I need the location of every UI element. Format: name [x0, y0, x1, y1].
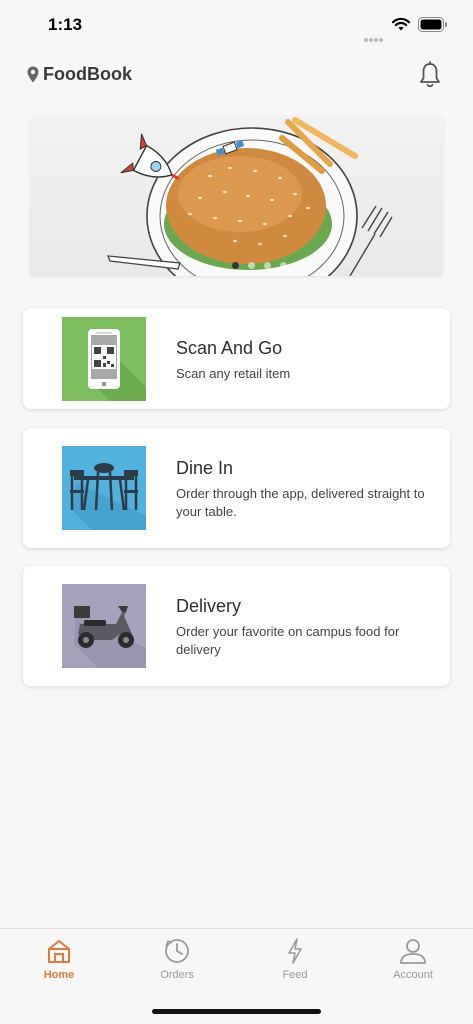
service-card-dine-in[interactable]: Dine In Order through the app, delivered…	[23, 428, 450, 548]
service-card-delivery[interactable]: Delivery Order your favorite on campus f…	[23, 566, 450, 686]
app-header: FoodBook	[0, 56, 473, 96]
lightning-icon	[288, 938, 302, 964]
carousel-dot[interactable]	[232, 262, 239, 269]
clock-icon	[165, 939, 189, 963]
user-icon	[400, 939, 426, 964]
service-card-scan-and-go[interactable]: Scan And Go Scan any retail item	[23, 308, 450, 409]
bell-icon[interactable]	[418, 61, 442, 89]
signal-icon	[364, 29, 386, 42]
service-description: Order through the app, delivered straigh…	[176, 486, 425, 519]
tab-label: Orders	[160, 969, 194, 981]
carousel-dot[interactable]	[248, 262, 255, 269]
tab-label: Account	[393, 969, 433, 981]
app-title: FoodBook	[43, 64, 132, 84]
tab-home[interactable]: Home	[0, 929, 118, 993]
dining-table-icon	[62, 446, 146, 530]
carousel-dot[interactable]	[280, 262, 287, 269]
service-card-text: Dine In Order through the app, delivered…	[176, 458, 436, 521]
carousel-indicator[interactable]	[232, 256, 296, 269]
service-card-text: Delivery Order your favorite on campus f…	[176, 596, 436, 659]
tab-account[interactable]: Account	[354, 929, 472, 993]
service-description: Order your favorite on campus food for d…	[176, 624, 400, 657]
burger-illustration	[106, 117, 393, 276]
qr-phone-icon	[62, 317, 146, 401]
home-indicator	[152, 1009, 321, 1014]
battery-icon	[418, 17, 447, 32]
tab-label: Feed	[282, 969, 308, 981]
scooter-icon	[62, 584, 146, 668]
tab-label: Home	[43, 969, 75, 981]
service-title: Scan And Go	[176, 338, 283, 358]
service-title: Delivery	[176, 596, 242, 616]
promo-banner[interactable]	[30, 116, 443, 276]
tab-feed[interactable]: Feed	[236, 929, 354, 993]
service-card-text: Scan And Go Scan any retail item	[176, 338, 436, 383]
carousel-dot[interactable]	[264, 262, 271, 269]
service-description: Scan any retail item	[176, 366, 291, 381]
home-icon	[48, 940, 70, 963]
tab-orders[interactable]: Orders	[118, 929, 236, 993]
service-title: Dine In	[176, 458, 234, 478]
status-time: 1:13	[48, 15, 83, 34]
location-pin-icon	[27, 66, 39, 83]
wifi-icon	[391, 17, 411, 31]
status-bar: 1:13	[0, 0, 473, 50]
